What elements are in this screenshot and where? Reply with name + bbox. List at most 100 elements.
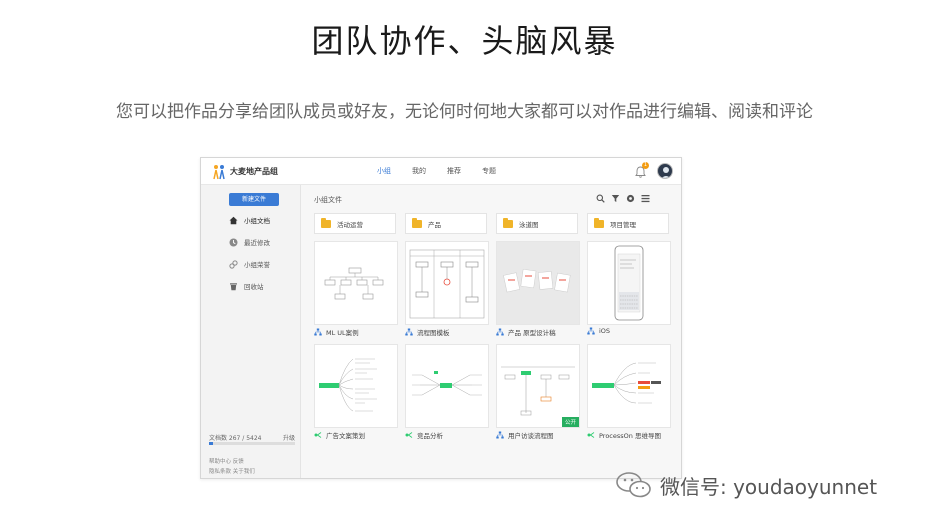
file-thumbnail: [405, 344, 489, 428]
avatar-image-icon: [661, 167, 671, 178]
clock-icon: [229, 238, 238, 246]
upgrade-link[interactable]: 升级: [283, 433, 295, 442]
notification-badge: 1: [642, 162, 649, 169]
sidebar-item-honor[interactable]: 小组荣誉: [229, 259, 270, 269]
sidebar-footer-privacy[interactable]: 隐私条款 关于我们: [209, 467, 255, 475]
public-badge: 公开: [561, 417, 579, 427]
file-card-title: 广告文案策划: [326, 432, 365, 440]
file-card-title: 竞品分析: [417, 432, 443, 440]
quota-progress-fill: [209, 442, 214, 445]
flowchart-thumbnail-icon: [324, 267, 384, 300]
app-window: 大麦地产品组 小组 我的 推荐 专题 1 新建文件 小组文档 最近修改 小组荣誉…: [200, 157, 682, 479]
file-card[interactable]: 公开 用户访谈流程图: [496, 344, 580, 440]
top-nav: 小组 我的 推荐 专题: [377, 166, 517, 176]
watermark-text: 微信号: youdaoyunnet: [660, 474, 878, 499]
sidebar-item-label: 最近修改: [244, 239, 270, 247]
flowchart-icon: [496, 328, 504, 336]
sidebar-footer-help[interactable]: 帮助中心 反馈: [209, 457, 244, 465]
sidebar-item-trash[interactable]: 回收站: [229, 281, 264, 291]
folder-label: 活动运营: [337, 220, 363, 229]
mindmap-icon: [405, 432, 413, 438]
avatar[interactable]: [657, 163, 673, 179]
search-icon[interactable]: [596, 194, 605, 203]
file-card-label: 用户访谈流程图: [496, 430, 554, 440]
file-card[interactable]: iOS: [587, 241, 671, 336]
flowchart-icon: [314, 328, 322, 336]
file-card[interactable]: 产品 原型设计稿: [496, 241, 580, 337]
flowchart-icon: [405, 328, 413, 336]
folder-icon: [321, 217, 331, 228]
file-card[interactable]: ProcessOn 思维导图: [587, 344, 671, 440]
quota-label: 文档数 267 / 5424: [209, 435, 262, 442]
folder-label: 产品: [428, 220, 441, 229]
swimlane-thumbnail-icon: [409, 249, 485, 319]
file-card-title: ML UL案例: [326, 329, 359, 337]
file-card[interactable]: 竞品分析: [405, 344, 489, 440]
file-card-label: 产品 原型设计稿: [496, 327, 556, 337]
list-view-icon[interactable]: [641, 194, 650, 203]
content-toolbar: [596, 194, 650, 203]
folder-icon: [412, 217, 422, 228]
app-title: 大麦地产品组: [230, 167, 278, 176]
sidebar-item-label: 回收站: [244, 283, 264, 291]
file-thumbnail: [314, 241, 398, 325]
file-card-label: ProcessOn 思维导图: [587, 430, 661, 440]
wechat-icon: [616, 472, 651, 498]
file-thumbnail: [314, 344, 398, 428]
watermark: 微信号: youdaoyunnet: [614, 470, 877, 500]
mindmap-thumbnail-icon: [319, 358, 377, 412]
nav-tab-group[interactable]: 小组: [377, 166, 412, 176]
trash-icon: [230, 282, 237, 290]
flowchart-icon: [587, 327, 595, 335]
sidebar-item-label: 小组荣誉: [244, 261, 270, 269]
sidebar-item-recent[interactable]: 最近修改: [229, 237, 270, 247]
file-card-title: ProcessOn 思维导图: [599, 432, 661, 440]
file-card-label: 广告文案策划: [314, 430, 365, 440]
file-thumbnail: [405, 241, 489, 325]
folder-item[interactable]: 泳道图: [496, 213, 578, 234]
folder-icon: [503, 217, 513, 228]
sidebar: 新建文件 小组文档 最近修改 小组荣誉 回收站 文档数 267 / 5424 升…: [201, 185, 301, 478]
folder-icon: [594, 217, 604, 228]
folder-label: 泳道图: [519, 220, 539, 229]
mindmap-thumbnail-icon: [412, 371, 482, 396]
folder-item[interactable]: 项目管理: [587, 213, 669, 234]
new-file-button[interactable]: 新建文件: [229, 193, 279, 206]
file-card-title: 流程图模板: [417, 329, 450, 337]
prototype-thumbnail-icon: [503, 268, 571, 293]
page-headline: 团队协作、头脑风暴: [311, 22, 618, 60]
mindmap-icon: [587, 432, 595, 438]
nav-tab-recommend[interactable]: 推荐: [447, 166, 482, 176]
file-card-title: 产品 原型设计稿: [508, 329, 556, 337]
file-thumbnail: [496, 241, 580, 325]
file-thumbnail: [587, 344, 671, 428]
file-card-label: iOS: [587, 327, 610, 335]
phone-mockup-thumbnail-icon: [614, 245, 644, 321]
file-card-title: iOS: [599, 327, 611, 335]
nav-tab-topic[interactable]: 专题: [482, 166, 517, 176]
folder-item[interactable]: 活动运营: [314, 213, 396, 234]
page-subline: 您可以把作品分享给团队成员或好友，无论何时何地大家都可以对作品进行编辑、阅读和评…: [116, 102, 813, 122]
content-title: 小组文件: [314, 196, 342, 204]
file-card-label: ML UL案例: [314, 327, 359, 337]
link-icon: [229, 259, 238, 269]
file-card[interactable]: 广告文案策划: [314, 344, 398, 440]
folder-item[interactable]: 产品: [405, 213, 487, 234]
file-card-label: 流程图模板: [405, 327, 450, 337]
quota-progress-bar: [209, 442, 295, 445]
nav-tab-mine[interactable]: 我的: [412, 166, 447, 176]
file-card[interactable]: 流程图模板: [405, 241, 489, 337]
sidebar-item-group-docs[interactable]: 小组文档: [229, 215, 270, 225]
filter-icon[interactable]: [611, 194, 620, 203]
file-thumbnail: [587, 241, 671, 325]
logo-icon: [213, 165, 225, 180]
top-bar: 大麦地产品组 小组 我的 推荐 专题 1: [201, 158, 681, 185]
file-card-label: 竞品分析: [405, 430, 443, 440]
sidebar-item-label: 小组文档: [244, 217, 270, 225]
flowchart-thumbnail-icon: [501, 366, 575, 416]
file-card-title: 用户访谈流程图: [508, 432, 554, 440]
mindmap-thumbnail-icon: [592, 362, 661, 404]
file-card[interactable]: ML UL案例: [314, 241, 398, 337]
folder-label: 项目管理: [610, 220, 636, 229]
gear-icon[interactable]: [626, 194, 635, 203]
